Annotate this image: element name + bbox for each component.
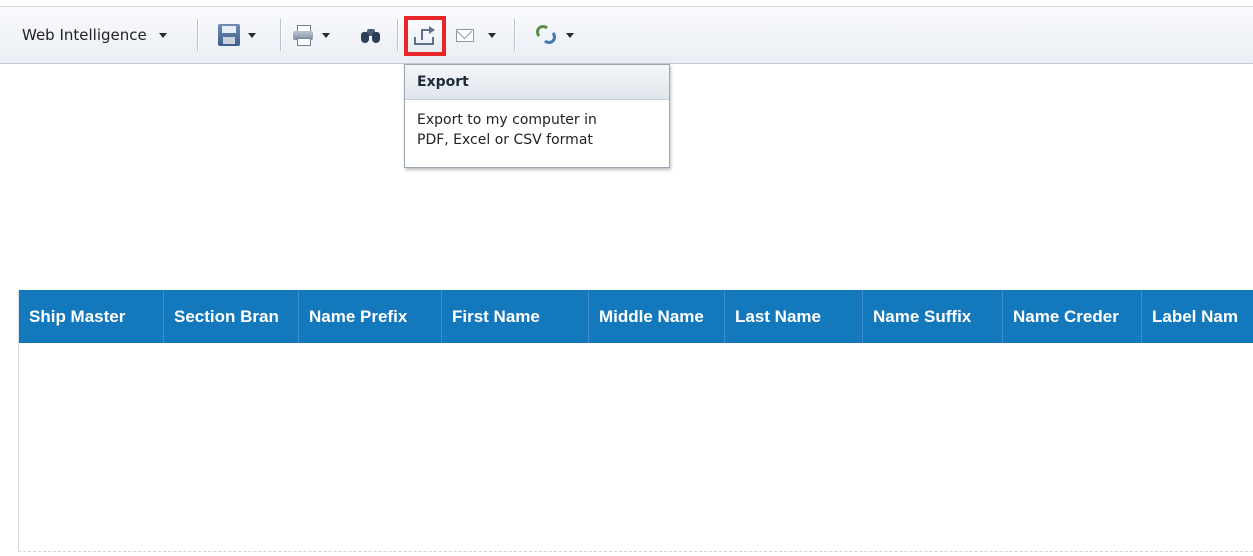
refresh-button[interactable] bbox=[536, 22, 574, 48]
chevron-down-icon bbox=[158, 32, 167, 38]
tooltip-line-1: Export to my computer in bbox=[417, 112, 597, 128]
table-header-row: Ship Master Section Bran Name Prefix Fir… bbox=[19, 290, 1253, 343]
column-header-label-name[interactable]: Label Nam bbox=[1142, 290, 1253, 343]
report-table: Ship Master Section Bran Name Prefix Fir… bbox=[18, 290, 1253, 552]
export-tooltip: Export Export to my computer in PDF, Exc… bbox=[404, 64, 670, 168]
toolbar-separator bbox=[514, 19, 515, 51]
column-header-name-prefix[interactable]: Name Prefix bbox=[299, 290, 442, 343]
app-menu[interactable]: Web Intelligence bbox=[22, 23, 167, 47]
column-header-name-credential[interactable]: Name Creder bbox=[1003, 290, 1142, 343]
export-icon bbox=[413, 25, 437, 47]
tooltip-title: Export bbox=[405, 65, 669, 100]
toolbar-separator bbox=[280, 19, 281, 51]
refresh-icon bbox=[536, 25, 558, 45]
send-email-button[interactable] bbox=[456, 22, 496, 48]
print-button[interactable] bbox=[292, 22, 330, 48]
column-header-section-branch[interactable]: Section Bran bbox=[164, 290, 299, 343]
column-header-last-name[interactable]: Last Name bbox=[725, 290, 863, 343]
toolbar: Web Intelligence bbox=[0, 6, 1253, 64]
email-icon bbox=[456, 28, 474, 42]
print-icon bbox=[292, 25, 314, 46]
column-header-ship-master[interactable]: Ship Master bbox=[19, 290, 164, 343]
email-dropdown-icon[interactable] bbox=[488, 32, 496, 38]
toolbar-separator bbox=[197, 19, 198, 51]
app-menu-label: Web Intelligence bbox=[22, 26, 147, 44]
save-icon bbox=[218, 24, 240, 46]
toolbar-separator bbox=[397, 19, 398, 51]
save-dropdown-icon[interactable] bbox=[248, 32, 256, 38]
column-header-middle-name[interactable]: Middle Name bbox=[589, 290, 725, 343]
find-button[interactable] bbox=[361, 22, 381, 48]
export-button[interactable] bbox=[404, 16, 446, 56]
tooltip-body: Export to my computer in PDF, Excel or C… bbox=[405, 100, 669, 160]
binoculars-icon bbox=[361, 26, 381, 44]
refresh-dropdown-icon[interactable] bbox=[566, 32, 574, 38]
column-header-first-name[interactable]: First Name bbox=[442, 290, 589, 343]
print-dropdown-icon[interactable] bbox=[322, 32, 330, 38]
column-header-name-suffix[interactable]: Name Suffix bbox=[863, 290, 1003, 343]
tooltip-line-2: PDF, Excel or CSV format bbox=[417, 132, 593, 148]
save-button[interactable] bbox=[218, 22, 256, 48]
